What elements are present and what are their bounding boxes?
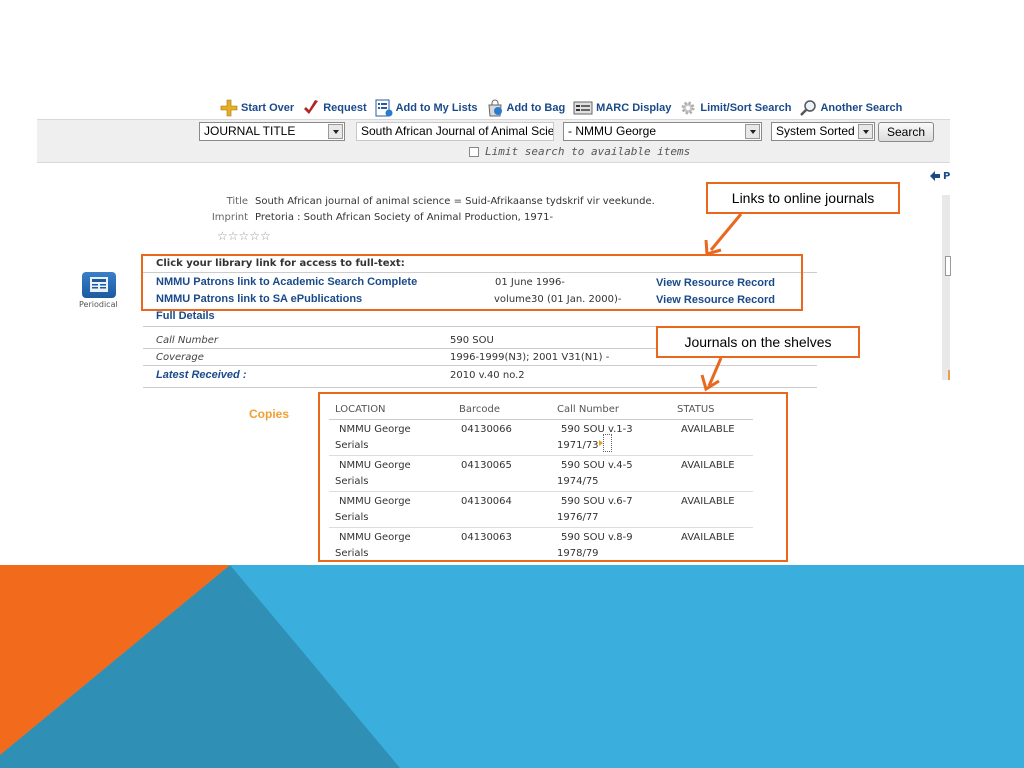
copies-label: Copies <box>249 407 290 421</box>
another-search-button[interactable]: Another Search <box>799 99 902 117</box>
magnifier-icon <box>800 100 817 116</box>
search-query-input[interactable]: South African Journal of Animal Scie <box>356 122 554 141</box>
limit-sort-button[interactable]: Limit/Sort Search <box>679 99 791 117</box>
limit-available-option[interactable]: Limit search to available items <box>469 145 690 158</box>
coverage-value: 1996-1999(N3); 2001 V31(N1) - <box>450 352 610 363</box>
list-icon <box>375 99 393 117</box>
record-toolbar: Start Over Request Add to My Lists Add t… <box>220 96 902 120</box>
limit-available-checkbox[interactable] <box>469 146 479 157</box>
search-button[interactable]: Search <box>878 122 934 142</box>
online-journals-callout: Links to online journals <box>706 182 900 214</box>
sort-select[interactable]: System Sorted <box>771 122 875 141</box>
start-over-button[interactable]: Start Over <box>220 99 294 117</box>
imprint-label: Imprint <box>211 212 248 223</box>
latest-received-value: 2010 v.40 no.2 <box>450 370 525 381</box>
chevron-down-icon <box>745 124 760 139</box>
latest-received-label: Latest Received : <box>156 369 247 381</box>
limit-available-label: Limit search to available items <box>485 145 691 158</box>
marc-record-icon <box>573 101 593 115</box>
location-value: - NMMU George <box>568 124 657 138</box>
divider <box>143 365 817 366</box>
call-number-value: 590 SOU <box>450 335 494 346</box>
shelf-journals-callout: Journals on the shelves <box>656 326 860 358</box>
chevron-down-icon <box>858 124 873 139</box>
request-button[interactable]: Request <box>302 99 367 117</box>
location-select[interactable]: - NMMU George <box>563 122 762 141</box>
imprint-value: Pretoria : South African Society of Anim… <box>255 212 554 223</box>
side-input-edge[interactable] <box>945 256 951 276</box>
online-links-highlight <box>141 254 803 311</box>
marc-display-label: MARC Display <box>596 102 672 114</box>
add-to-lists-label: Add to My Lists <box>395 102 478 114</box>
full-details-link[interactable]: Full Details <box>156 310 215 322</box>
previous-record-label: P <box>943 170 951 182</box>
title-label: Title <box>226 196 248 207</box>
previous-record-link[interactable]: P <box>929 170 950 182</box>
newspaper-icon <box>90 277 108 292</box>
bag-icon <box>487 99 502 117</box>
title-value: South African journal of animal science … <box>255 196 655 207</box>
shelf-copies-highlight <box>318 392 788 562</box>
chevron-down-icon <box>328 124 343 139</box>
periodical-label: Periodical <box>79 300 118 309</box>
limit-sort-label: Limit/Sort Search <box>700 102 792 114</box>
side-panel-edge <box>942 195 950 380</box>
marc-display-button[interactable]: MARC Display <box>573 100 671 116</box>
gear-icon <box>681 101 695 115</box>
checkmark-icon <box>304 100 319 114</box>
rating-stars[interactable]: ☆☆☆☆☆ <box>217 229 271 243</box>
search-query-value: South African Journal of Animal Scie <box>361 124 554 138</box>
sort-value: System Sorted <box>776 124 855 138</box>
plus-icon <box>220 99 238 117</box>
start-over-label: Start Over <box>241 102 295 114</box>
call-number-label: Call Number <box>156 335 219 346</box>
another-search-label: Another Search <box>820 102 903 114</box>
search-field-value: JOURNAL TITLE <box>204 124 296 138</box>
add-to-bag-button[interactable]: Add to Bag <box>486 99 566 117</box>
coverage-label: Coverage <box>156 352 204 363</box>
add-to-lists-button[interactable]: Add to My Lists <box>375 99 478 117</box>
request-label: Request <box>323 102 367 114</box>
arrow-left-icon <box>930 171 940 181</box>
periodical-icon <box>82 272 116 298</box>
side-accent-edge <box>948 370 950 380</box>
add-to-bag-label: Add to Bag <box>506 102 566 114</box>
search-field-select[interactable]: JOURNAL TITLE <box>199 122 345 141</box>
divider <box>143 387 817 388</box>
